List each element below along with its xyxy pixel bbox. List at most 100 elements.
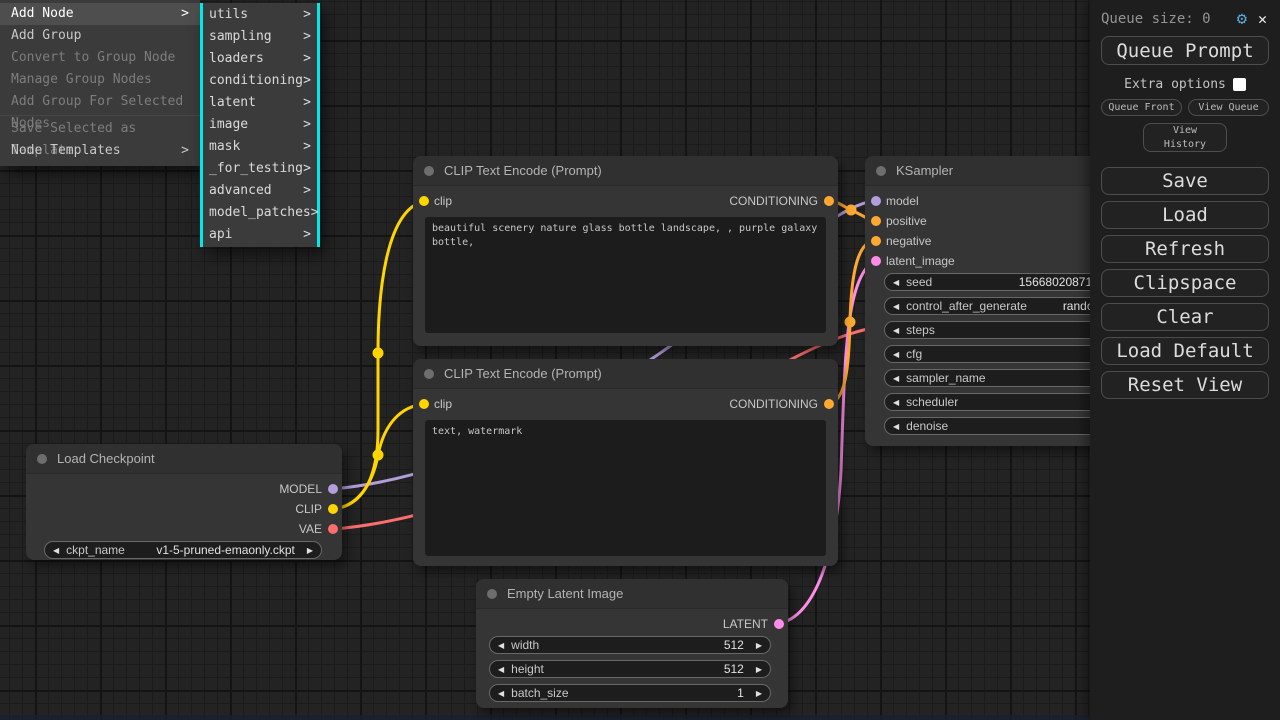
menu-item-add-group[interactable]: Add Group bbox=[0, 25, 200, 47]
widget-arrow-left-icon[interactable]: ◀ bbox=[893, 398, 899, 407]
output-port-model[interactable] bbox=[328, 484, 338, 494]
view-queue-button[interactable]: View Queue bbox=[1188, 99, 1269, 116]
widget-arrow-left-icon[interactable]: ◀ bbox=[53, 546, 59, 555]
input-port-clip[interactable] bbox=[419, 399, 429, 409]
output-port-conditioning[interactable] bbox=[824, 399, 834, 409]
canvas-edge bbox=[0, 715, 1280, 720]
submenu-arrow-icon: > bbox=[303, 4, 311, 26]
prompt-textarea[interactable]: beautiful scenery nature glass bottle la… bbox=[425, 217, 826, 333]
widget-arrow-left-icon[interactable]: ◀ bbox=[893, 350, 899, 359]
widget-ckpt-name[interactable]: ◀ ckpt_name v1-5-pruned-emaonly.ckpt ▶ bbox=[44, 541, 322, 559]
output-port-clip[interactable] bbox=[328, 504, 338, 514]
submenu-arrow-icon: > bbox=[303, 92, 311, 114]
input-port-clip[interactable] bbox=[419, 196, 429, 206]
node-collapse-dot[interactable] bbox=[424, 369, 434, 379]
widget-arrow-left-icon[interactable]: ◀ bbox=[498, 665, 504, 674]
extra-options-checkbox[interactable] bbox=[1233, 78, 1246, 91]
output-port-vae[interactable] bbox=[328, 524, 338, 534]
submenu-item-latent[interactable]: latent > bbox=[203, 92, 317, 114]
node-collapse-dot[interactable] bbox=[487, 589, 497, 599]
node-collapse-dot[interactable] bbox=[37, 454, 47, 464]
widget-arrow-left-icon[interactable]: ◀ bbox=[498, 689, 504, 698]
node-title-bar[interactable]: Empty Latent Image bbox=[476, 579, 788, 609]
clipspace-button[interactable]: Clipspace bbox=[1101, 269, 1269, 297]
menu-item-manage-group-nodes: Manage Group Nodes bbox=[0, 69, 200, 91]
submenu-arrow-icon: > bbox=[181, 3, 189, 25]
add-node-submenu: utils > sampling > loaders > conditionin… bbox=[200, 3, 320, 247]
submenu-item-for-testing[interactable]: _for_testing > bbox=[203, 158, 317, 180]
node-collapse-dot[interactable] bbox=[876, 166, 886, 176]
input-label: clip bbox=[434, 194, 452, 208]
comfy-menu-panel: Queue size: 0 ⚙ ✕ Queue Prompt Extra opt… bbox=[1090, 0, 1280, 720]
submenu-arrow-icon: > bbox=[181, 140, 189, 162]
node-clip-text-encode-2: CLIP Text Encode (Prompt) clip CONDITION… bbox=[413, 359, 838, 566]
submenu-item-image[interactable]: image > bbox=[203, 114, 317, 136]
output-port-conditioning[interactable] bbox=[824, 196, 834, 206]
submenu-arrow-icon: > bbox=[303, 48, 311, 70]
queue-prompt-button[interactable]: Queue Prompt bbox=[1101, 36, 1269, 65]
submenu-arrow-icon: > bbox=[303, 158, 311, 180]
node-title-bar[interactable]: CLIP Text Encode (Prompt) bbox=[413, 156, 838, 186]
input-label: positive bbox=[886, 214, 927, 228]
widget-arrow-right-icon[interactable]: ▶ bbox=[756, 665, 762, 674]
refresh-button[interactable]: Refresh bbox=[1101, 235, 1269, 263]
submenu-item-api[interactable]: api > bbox=[203, 224, 317, 246]
widget-arrow-left-icon[interactable]: ◀ bbox=[893, 374, 899, 383]
submenu-arrow-icon: > bbox=[303, 180, 311, 202]
node-collapse-dot[interactable] bbox=[424, 166, 434, 176]
output-label: LATENT bbox=[723, 617, 768, 631]
node-title: CLIP Text Encode (Prompt) bbox=[444, 163, 602, 178]
widget-arrow-left-icon[interactable]: ◀ bbox=[498, 641, 504, 650]
input-label: negative bbox=[886, 234, 931, 248]
widget-arrow-left-icon[interactable]: ◀ bbox=[893, 422, 899, 431]
extra-options-label: Extra options bbox=[1124, 77, 1226, 92]
input-port-latent-image[interactable] bbox=[871, 256, 881, 266]
close-icon[interactable]: ✕ bbox=[1258, 10, 1267, 28]
queue-front-button[interactable]: Queue Front bbox=[1101, 99, 1182, 116]
widget-batch-size[interactable]: ◀ batch_size 1 ▶ bbox=[489, 684, 771, 702]
save-button[interactable]: Save bbox=[1101, 167, 1269, 195]
node-title: KSampler bbox=[896, 163, 953, 178]
widget-arrow-right-icon[interactable]: ▶ bbox=[756, 689, 762, 698]
submenu-item-model-patches[interactable]: model_patches > bbox=[203, 202, 317, 224]
submenu-item-mask[interactable]: mask > bbox=[203, 136, 317, 158]
input-port-model[interactable] bbox=[871, 196, 881, 206]
widget-width[interactable]: ◀ width 512 ▶ bbox=[489, 636, 771, 654]
clear-button[interactable]: Clear bbox=[1101, 303, 1269, 331]
menu-item-add-node[interactable]: Add Node > bbox=[0, 3, 200, 25]
reset-view-button[interactable]: Reset View bbox=[1101, 371, 1269, 399]
submenu-arrow-icon: > bbox=[303, 70, 311, 92]
submenu-item-loaders[interactable]: loaders > bbox=[203, 48, 317, 70]
node-empty-latent-image: Empty Latent Image LATENT ◀ width 512 ▶ … bbox=[476, 579, 788, 708]
widget-arrow-left-icon[interactable]: ◀ bbox=[893, 302, 899, 311]
submenu-item-sampling[interactable]: sampling > bbox=[203, 26, 317, 48]
input-port-positive[interactable] bbox=[871, 216, 881, 226]
menu-item-node-templates[interactable]: Node Templates > bbox=[0, 140, 200, 162]
settings-gear-icon[interactable]: ⚙ bbox=[1237, 11, 1247, 28]
widget-height[interactable]: ◀ height 512 ▶ bbox=[489, 660, 771, 678]
widget-arrow-right-icon[interactable]: ▶ bbox=[756, 641, 762, 650]
load-default-button[interactable]: Load Default bbox=[1101, 337, 1269, 365]
submenu-item-conditioning[interactable]: conditioning > bbox=[203, 70, 317, 92]
widget-arrow-left-icon[interactable]: ◀ bbox=[893, 278, 899, 287]
input-label: clip bbox=[434, 397, 452, 411]
node-title-bar[interactable]: Load Checkpoint bbox=[26, 444, 342, 474]
submenu-item-advanced[interactable]: advanced > bbox=[203, 180, 317, 202]
menu-item-convert-to-group-node: Convert to Group Node bbox=[0, 47, 200, 69]
submenu-arrow-icon: > bbox=[303, 26, 311, 48]
output-label: CONDITIONING bbox=[729, 397, 818, 411]
output-label: MODEL bbox=[279, 482, 322, 496]
widget-arrow-right-icon[interactable]: ▶ bbox=[307, 546, 313, 555]
queue-size-label: Queue size: 0 bbox=[1101, 11, 1211, 27]
output-label: CLIP bbox=[295, 502, 322, 516]
view-history-button[interactable]: View History bbox=[1143, 123, 1227, 152]
load-button[interactable]: Load bbox=[1101, 201, 1269, 229]
submenu-item-utils[interactable]: utils > bbox=[203, 4, 317, 26]
prompt-textarea[interactable]: text, watermark bbox=[425, 420, 826, 556]
input-port-negative[interactable] bbox=[871, 236, 881, 246]
submenu-arrow-icon: > bbox=[303, 136, 311, 158]
node-title-bar[interactable]: CLIP Text Encode (Prompt) bbox=[413, 359, 838, 389]
output-port-latent[interactable] bbox=[774, 619, 784, 629]
widget-arrow-left-icon[interactable]: ◀ bbox=[893, 326, 899, 335]
menu-item-add-group-for-selected: Add Group For Selected Nodes bbox=[0, 91, 200, 113]
